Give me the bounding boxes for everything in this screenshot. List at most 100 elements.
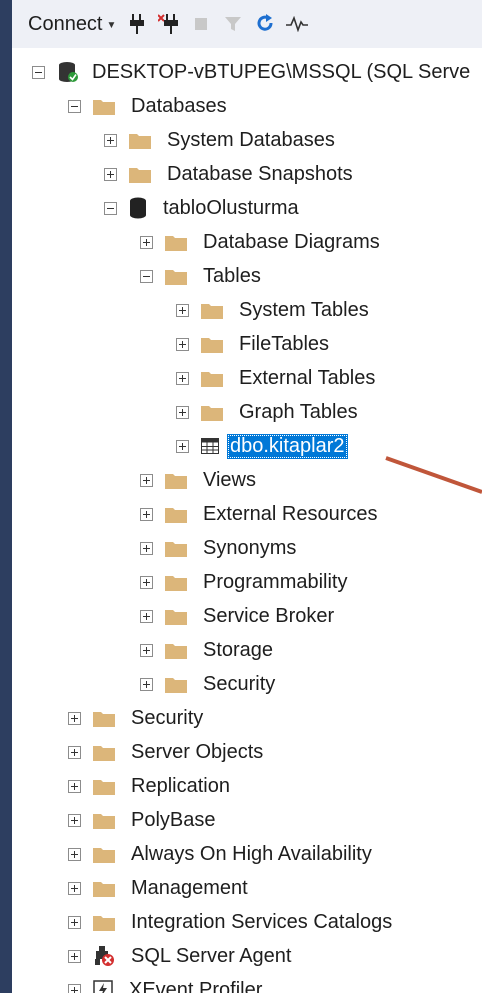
expand-toggle[interactable] [68, 745, 81, 759]
object-explorer-toolbar: Connect ▼ [12, 0, 482, 48]
node-label: Databases [131, 94, 227, 117]
tree-node-management[interactable]: Management [68, 871, 251, 905]
expand-toggle[interactable] [140, 235, 153, 249]
tree-node-always-on[interactable]: Always On High Availability [68, 837, 375, 871]
sql-agent-stopped-icon [93, 945, 115, 967]
node-label: Database Snapshots [167, 162, 353, 185]
tree-node-database-snapshots[interactable]: Database Snapshots [104, 157, 356, 191]
node-label: Security [203, 672, 276, 695]
collapse-toggle[interactable] [140, 269, 153, 283]
node-label: Integration Services Catalogs [131, 910, 393, 933]
expand-toggle[interactable] [140, 541, 153, 555]
database-icon [129, 197, 147, 219]
node-label: Service Broker [203, 604, 335, 627]
tree-node-polybase[interactable]: PolyBase [68, 803, 219, 837]
collapse-toggle[interactable] [32, 65, 45, 79]
folder-icon [201, 337, 223, 353]
folder-icon [201, 371, 223, 387]
tree-node-table-kitaplar2[interactable]: dbo.kitaplar2 [176, 429, 348, 463]
disconnect-plug-icon[interactable] [158, 13, 180, 35]
folder-icon [93, 99, 115, 115]
expand-toggle[interactable] [68, 711, 81, 725]
expand-toggle[interactable] [68, 881, 81, 895]
tree-node-synonyms[interactable]: Synonyms [140, 531, 299, 565]
expand-toggle[interactable] [140, 507, 153, 521]
node-label: Views [203, 468, 256, 491]
tree-node-tables[interactable]: Tables [140, 259, 264, 293]
node-label: tabloOlusturma [163, 196, 299, 219]
expand-toggle[interactable] [140, 643, 153, 657]
tree-node-storage[interactable]: Storage [140, 633, 276, 667]
folder-icon [129, 167, 151, 183]
node-label: Replication [131, 774, 230, 797]
tree-node-databases[interactable]: Databases [68, 89, 230, 123]
folder-icon [165, 507, 187, 523]
collapse-toggle[interactable] [104, 201, 117, 215]
folder-icon [93, 711, 115, 727]
activity-monitor-icon[interactable] [286, 13, 309, 35]
tree-node-system-databases[interactable]: System Databases [104, 123, 338, 157]
expand-toggle[interactable] [68, 949, 81, 963]
folder-icon [165, 541, 187, 557]
expand-toggle[interactable] [176, 405, 189, 419]
expand-toggle[interactable] [176, 303, 189, 317]
folder-icon [93, 915, 115, 931]
refresh-icon[interactable] [254, 13, 276, 35]
tree-node-xevent-profiler[interactable]: XEvent Profiler [68, 973, 265, 993]
expand-toggle[interactable] [68, 915, 81, 929]
expand-toggle[interactable] [68, 847, 81, 861]
chevron-down-icon: ▼ [106, 19, 117, 31]
expand-toggle[interactable] [176, 371, 189, 385]
tree-node-server-objects[interactable]: Server Objects [68, 735, 266, 769]
node-label: System Tables [239, 298, 369, 321]
tree-node-graph-tables[interactable]: Graph Tables [176, 395, 361, 429]
folder-icon [165, 473, 187, 489]
tree-node-sql-agent[interactable]: SQL Server Agent [68, 939, 294, 973]
folder-icon [165, 677, 187, 693]
node-label: Tables [203, 264, 261, 287]
tree-node-filetables[interactable]: FileTables [176, 327, 332, 361]
folder-icon [129, 133, 151, 149]
tree-node-views[interactable]: Views [140, 463, 259, 497]
node-label: Management [131, 876, 248, 899]
tree-node-system-tables[interactable]: System Tables [176, 293, 372, 327]
tree-node-programmability[interactable]: Programmability [140, 565, 350, 599]
tree-node-database-diagrams[interactable]: Database Diagrams [140, 225, 383, 259]
connect-button[interactable]: Connect ▼ [28, 13, 116, 36]
tree-node-security[interactable]: Security [68, 701, 206, 735]
node-label: Synonyms [203, 536, 297, 559]
node-label: Always On High Availability [131, 842, 372, 865]
expand-toggle[interactable] [176, 439, 189, 453]
expand-toggle[interactable] [104, 133, 117, 147]
tree-node-integration-services[interactable]: Integration Services Catalogs [68, 905, 395, 939]
stop-icon[interactable] [190, 13, 212, 35]
folder-icon [165, 609, 187, 625]
tree-node-external-tables[interactable]: External Tables [176, 361, 378, 395]
expand-toggle[interactable] [104, 167, 117, 181]
connect-plug-icon[interactable] [126, 13, 148, 35]
folder-icon [93, 745, 115, 761]
expand-toggle[interactable] [140, 677, 153, 691]
node-label: Programmability [203, 570, 348, 593]
node-label: SQL Server Agent [131, 944, 292, 967]
expand-toggle[interactable] [140, 473, 153, 487]
expand-toggle[interactable] [140, 609, 153, 623]
expand-toggle[interactable] [68, 983, 81, 993]
tree-node-service-broker[interactable]: Service Broker [140, 599, 337, 633]
expand-toggle[interactable] [176, 337, 189, 351]
table-grid-icon [201, 438, 219, 454]
expand-toggle[interactable] [140, 575, 153, 589]
object-explorer-panel: Connect ▼ DESKTOP-vBTUPEG\MSSQL (SQL Ser… [12, 0, 482, 993]
node-label: Storage [203, 638, 274, 661]
expand-toggle[interactable] [68, 779, 81, 793]
tree-node-replication[interactable]: Replication [68, 769, 233, 803]
tree-node-server[interactable]: DESKTOP-vBTUPEG\MSSQL (SQL Serve [32, 55, 473, 89]
tree-node-db-security[interactable]: Security [140, 667, 278, 701]
folder-icon [165, 643, 187, 659]
tree-node-database[interactable]: tabloOlusturma [104, 191, 302, 225]
folder-icon [201, 405, 223, 421]
filter-icon[interactable] [222, 13, 244, 35]
expand-toggle[interactable] [68, 813, 81, 827]
collapse-toggle[interactable] [68, 99, 81, 113]
tree-node-external-resources[interactable]: External Resources [140, 497, 381, 531]
